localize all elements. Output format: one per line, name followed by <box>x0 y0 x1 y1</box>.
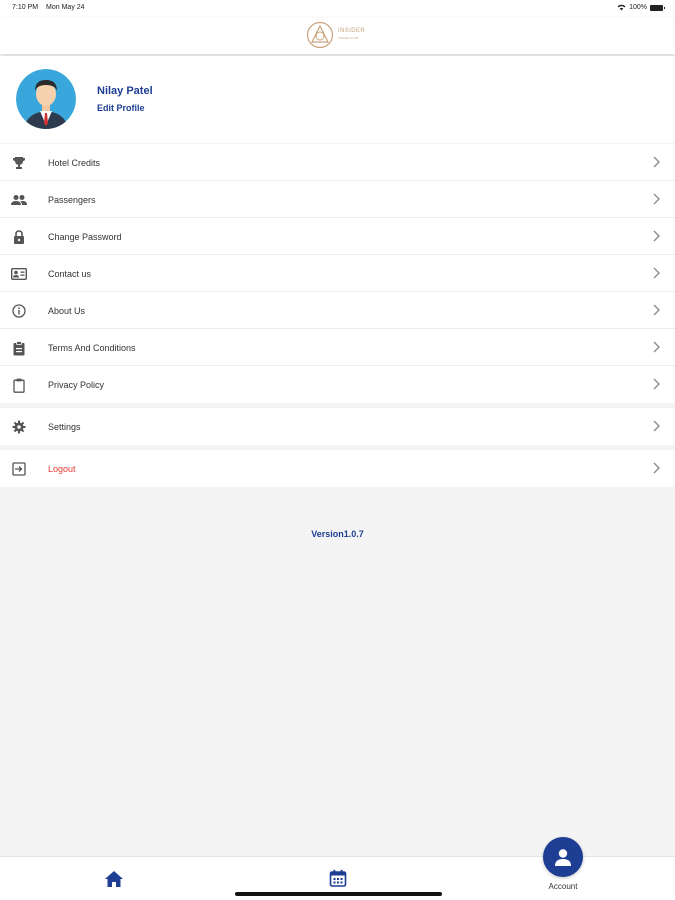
bottom-tab-bar: Account <box>0 837 675 900</box>
lock-icon <box>11 229 27 245</box>
account-icon <box>555 849 571 866</box>
clipboard-blank-icon <box>11 377 27 393</box>
app-version: Version1.0.7 <box>311 529 364 539</box>
menu-item-terms-and-conditions[interactable]: Terms And Conditions <box>0 329 675 366</box>
chevron-right-icon <box>653 156 660 168</box>
edit-profile-link[interactable]: Edit Profile <box>97 103 145 113</box>
menu-item-settings[interactable]: Settings <box>0 408 675 445</box>
menu-item-privacy-policy[interactable]: Privacy Policy <box>0 366 675 403</box>
menu-label: Logout <box>48 464 76 474</box>
status-time: 7:10 PM <box>12 4 39 11</box>
tab-account-label: Account <box>548 882 578 891</box>
chevron-right-icon <box>653 193 660 205</box>
info-icon <box>11 303 27 319</box>
avatar[interactable] <box>16 69 76 129</box>
home-icon[interactable] <box>104 869 124 889</box>
status-date: Mon May 24 <box>46 4 85 11</box>
clipboard-icon <box>11 340 27 356</box>
account-menu: Hotel Credits Passengers Change Password… <box>0 144 675 403</box>
chevron-right-icon <box>653 341 660 353</box>
menu-label: Hotel Credits <box>48 158 101 168</box>
menu-item-contact-us[interactable]: Contact us <box>0 255 675 292</box>
chevron-right-icon <box>653 420 660 432</box>
people-icon <box>11 192 27 208</box>
chevron-right-icon <box>653 462 660 474</box>
chevron-right-icon <box>653 267 660 279</box>
status-bar: 7:10 PM Mon May 24 100% <box>0 0 675 18</box>
logo-name: INSIDER <box>338 28 366 34</box>
menu-label: Privacy Policy <box>48 380 105 390</box>
wifi-icon <box>617 4 626 11</box>
tab-account[interactable] <box>543 837 583 877</box>
home-indicator <box>235 892 442 896</box>
app-logo: INSIDER TRAVEL CLUB <box>306 21 365 49</box>
app-header: INSIDER TRAVEL CLUB <box>0 18 675 54</box>
menu-label: Contact us <box>48 269 92 279</box>
gear-icon <box>11 419 27 435</box>
menu-label: Passengers <box>48 195 96 205</box>
chevron-right-icon <box>653 378 660 390</box>
menu-item-change-password[interactable]: Change Password <box>0 218 675 255</box>
battery-icon <box>650 4 665 11</box>
logo-emblem-icon <box>306 21 334 49</box>
menu-item-logout[interactable]: Logout <box>0 450 675 487</box>
menu-item-passengers[interactable]: Passengers <box>0 181 675 218</box>
chevron-right-icon <box>653 230 660 242</box>
chevron-right-icon <box>653 304 660 316</box>
trophy-icon <box>11 155 27 171</box>
profile-section: Nilay Patel Edit Profile <box>0 56 675 143</box>
menu-item-about-us[interactable]: About Us <box>0 292 675 329</box>
calendar-icon[interactable] <box>329 869 347 887</box>
logo-tagline: TRAVEL CLUB <box>338 36 359 40</box>
settings-menu: Settings <box>0 408 675 445</box>
battery-percent: 100% <box>629 4 647 11</box>
menu-label: Change Password <box>48 232 122 242</box>
menu-label: Settings <box>48 422 81 432</box>
logout-icon <box>11 461 27 477</box>
menu-label: About Us <box>48 306 86 316</box>
menu-label: Terms And Conditions <box>48 343 136 353</box>
menu-item-hotel-credits[interactable]: Hotel Credits <box>0 144 675 181</box>
logout-menu: Logout <box>0 450 675 487</box>
contact-card-icon <box>11 266 27 282</box>
profile-name: Nilay Patel <box>97 85 153 97</box>
